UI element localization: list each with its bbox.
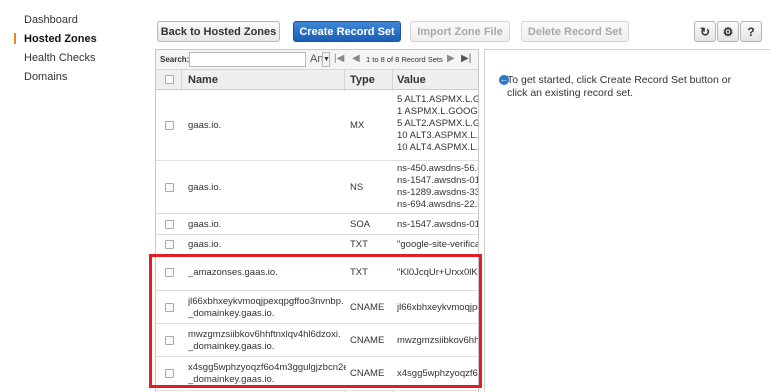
record-name: gaas.io. xyxy=(188,219,222,230)
delete-record-set-button[interactable]: Delete Record Set xyxy=(521,21,629,42)
record-value-line: ns-450.awsdns-56.com. xyxy=(397,163,478,174)
row-checkbox[interactable] xyxy=(165,240,174,249)
import-zone-file-button[interactable]: Import Zone File xyxy=(410,21,510,42)
record-type: CNAME xyxy=(350,368,385,379)
record-value-line: x4sgg5wphzyoqzf6o4m xyxy=(397,368,478,379)
record-name-line: mwzgmzsiibkov6hhftnxlqv4hl6dzoxi. xyxy=(188,329,341,340)
row-checkbox[interactable] xyxy=(165,369,174,378)
column-header-type[interactable]: Type xyxy=(350,74,375,86)
record-value-line: ns-1289.awsdns-33.org. xyxy=(397,187,478,198)
record-type: CNAME xyxy=(350,335,385,346)
refresh-icon[interactable]: ↻ xyxy=(694,21,716,42)
record-value-line: 5 ALT1.ASPMX.L.GOOGLE.COM. xyxy=(397,94,478,105)
table-row[interactable]: gaas.io. SOA ns-1547.awsdns-01.co.uk. xyxy=(156,214,478,235)
table-row[interactable]: gaas.io. TXT "google-site-verification xyxy=(156,235,478,255)
record-type: TXT xyxy=(350,239,368,250)
pager-status: 1 to 8 of 8 Record Sets xyxy=(366,55,443,64)
table-row[interactable]: gaas.io. NS ns-450.awsdns-56.com. ns-154… xyxy=(156,161,478,214)
table-row[interactable]: mwzgmzsiibkov6hhftnxlqv4hl6dzoxi. _domai… xyxy=(156,324,478,357)
record-type: SOA xyxy=(350,219,371,230)
record-name-line: _domainkey.gaas.io. xyxy=(188,374,275,385)
record-value-line: 10 ALT3.ASPMX.L.GOOGLE.COM. xyxy=(397,130,479,141)
column-header-value[interactable]: Value xyxy=(397,74,426,86)
record-value-line: ns-1547.awsdns-01.co.uk. xyxy=(397,175,478,186)
last-page-icon[interactable]: ▶| xyxy=(461,53,471,64)
record-value-line: ns-694.awsdns-22.net. xyxy=(397,199,478,210)
record-name: gaas.io. xyxy=(188,182,222,193)
settings-gear-icon[interactable]: ⚙ xyxy=(717,21,739,42)
sidebar-item-dashboard[interactable]: Dashboard xyxy=(24,14,78,26)
search-bar: Search: Any ▼ |◀ ◀ 1 to 8 of 8 Record Se… xyxy=(156,50,478,70)
record-name: gaas.io. xyxy=(188,239,222,250)
record-value-line: 5 ALT2.ASPMX.L.GOOGLE.COM. xyxy=(397,118,478,129)
sidebar-item-health-checks[interactable]: Health Checks xyxy=(24,52,96,64)
record-value-line: ns-1547.awsdns-01.co.uk. xyxy=(397,219,478,230)
select-all-checkbox[interactable] xyxy=(165,75,174,84)
record-type: CNAME xyxy=(350,302,385,313)
search-input[interactable] xyxy=(189,52,306,67)
record-value-line: 10 ALT4.ASPMX.L.GOOGLE.COM. xyxy=(397,142,479,153)
row-checkbox[interactable] xyxy=(165,121,174,130)
toolbar: Back to Hosted Zones Create Record Set I… xyxy=(156,21,770,43)
next-page-icon[interactable]: ▶ xyxy=(447,53,455,64)
search-label: Search: xyxy=(160,55,190,64)
column-header-name[interactable]: Name xyxy=(188,74,218,86)
getting-started-text: To get started, click Create Record Set … xyxy=(507,74,732,99)
row-checkbox[interactable] xyxy=(165,336,174,345)
row-checkbox[interactable] xyxy=(165,220,174,229)
chevron-down-icon[interactable]: ▼ xyxy=(322,52,330,67)
record-value-line: 1 ASPMX.L.GOOGLE.COM. xyxy=(397,106,478,117)
record-value-line: mwzgmzsiibkov6hhftn xyxy=(397,335,479,346)
record-type: MX xyxy=(350,120,365,131)
back-to-hosted-zones-button[interactable]: Back to Hosted Zones xyxy=(157,21,280,42)
active-nav-marker xyxy=(14,33,16,44)
record-name: gaas.io. xyxy=(188,120,222,131)
create-record-set-button[interactable]: Create Record Set xyxy=(293,21,401,42)
table-row[interactable]: jl66xbhxeykvmoqjpexqpgffoo3nvnbp. _domai… xyxy=(156,291,478,324)
record-details-panel: ← To get started, click Create Record Se… xyxy=(484,49,770,392)
record-value-line: jl66xbhxeykvmoqjpexq xyxy=(397,302,478,313)
sidebar-item-domains[interactable]: Domains xyxy=(24,71,67,83)
row-checkbox[interactable] xyxy=(165,183,174,192)
record-name-line: _domainkey.gaas.io. xyxy=(188,308,275,319)
record-name-line: jl66xbhxeykvmoqjpexqpgffoo3nvnbp. xyxy=(188,296,344,307)
table-row[interactable]: _amazonses.gaas.io. TXT "Kl0JcqUr+Urxx0l… xyxy=(156,255,478,291)
row-checkbox[interactable] xyxy=(165,303,174,312)
record-value-line: "Kl0JcqUr+Urxx0lKgl xyxy=(397,267,479,278)
record-name: _amazonses.gaas.io. xyxy=(188,267,278,278)
record-value-line: "google-site-verification xyxy=(397,239,479,250)
record-type: NS xyxy=(350,182,364,193)
record-sets-grid: Search: Any ▼ |◀ ◀ 1 to 8 of 8 Record Se… xyxy=(155,49,479,392)
table-header: Name Type Value xyxy=(156,70,478,90)
sidebar-item-hosted-zones[interactable]: Hosted Zones xyxy=(24,33,97,45)
record-name-line: x4sgg5wphzyoqzf6o4m3ggulgjzbcn2e xyxy=(188,362,346,373)
table-row[interactable]: gaas.io. MX 5 ALT1.ASPMX.L.GOOGLE.COM. 1… xyxy=(156,91,478,161)
previous-page-icon[interactable]: ◀ xyxy=(352,53,360,64)
row-checkbox[interactable] xyxy=(165,268,174,277)
sidebar-nav: Dashboard Hosted Zones Health Checks Dom… xyxy=(0,0,140,392)
help-icon[interactable]: ? xyxy=(740,21,762,42)
first-page-icon[interactable]: |◀ xyxy=(334,53,344,64)
record-type: TXT xyxy=(350,267,368,278)
table-row[interactable]: x4sgg5wphzyoqzf6o4m3ggulgjzbcn2e _domain… xyxy=(156,357,478,391)
record-name-line: _domainkey.gaas.io. xyxy=(188,341,275,352)
